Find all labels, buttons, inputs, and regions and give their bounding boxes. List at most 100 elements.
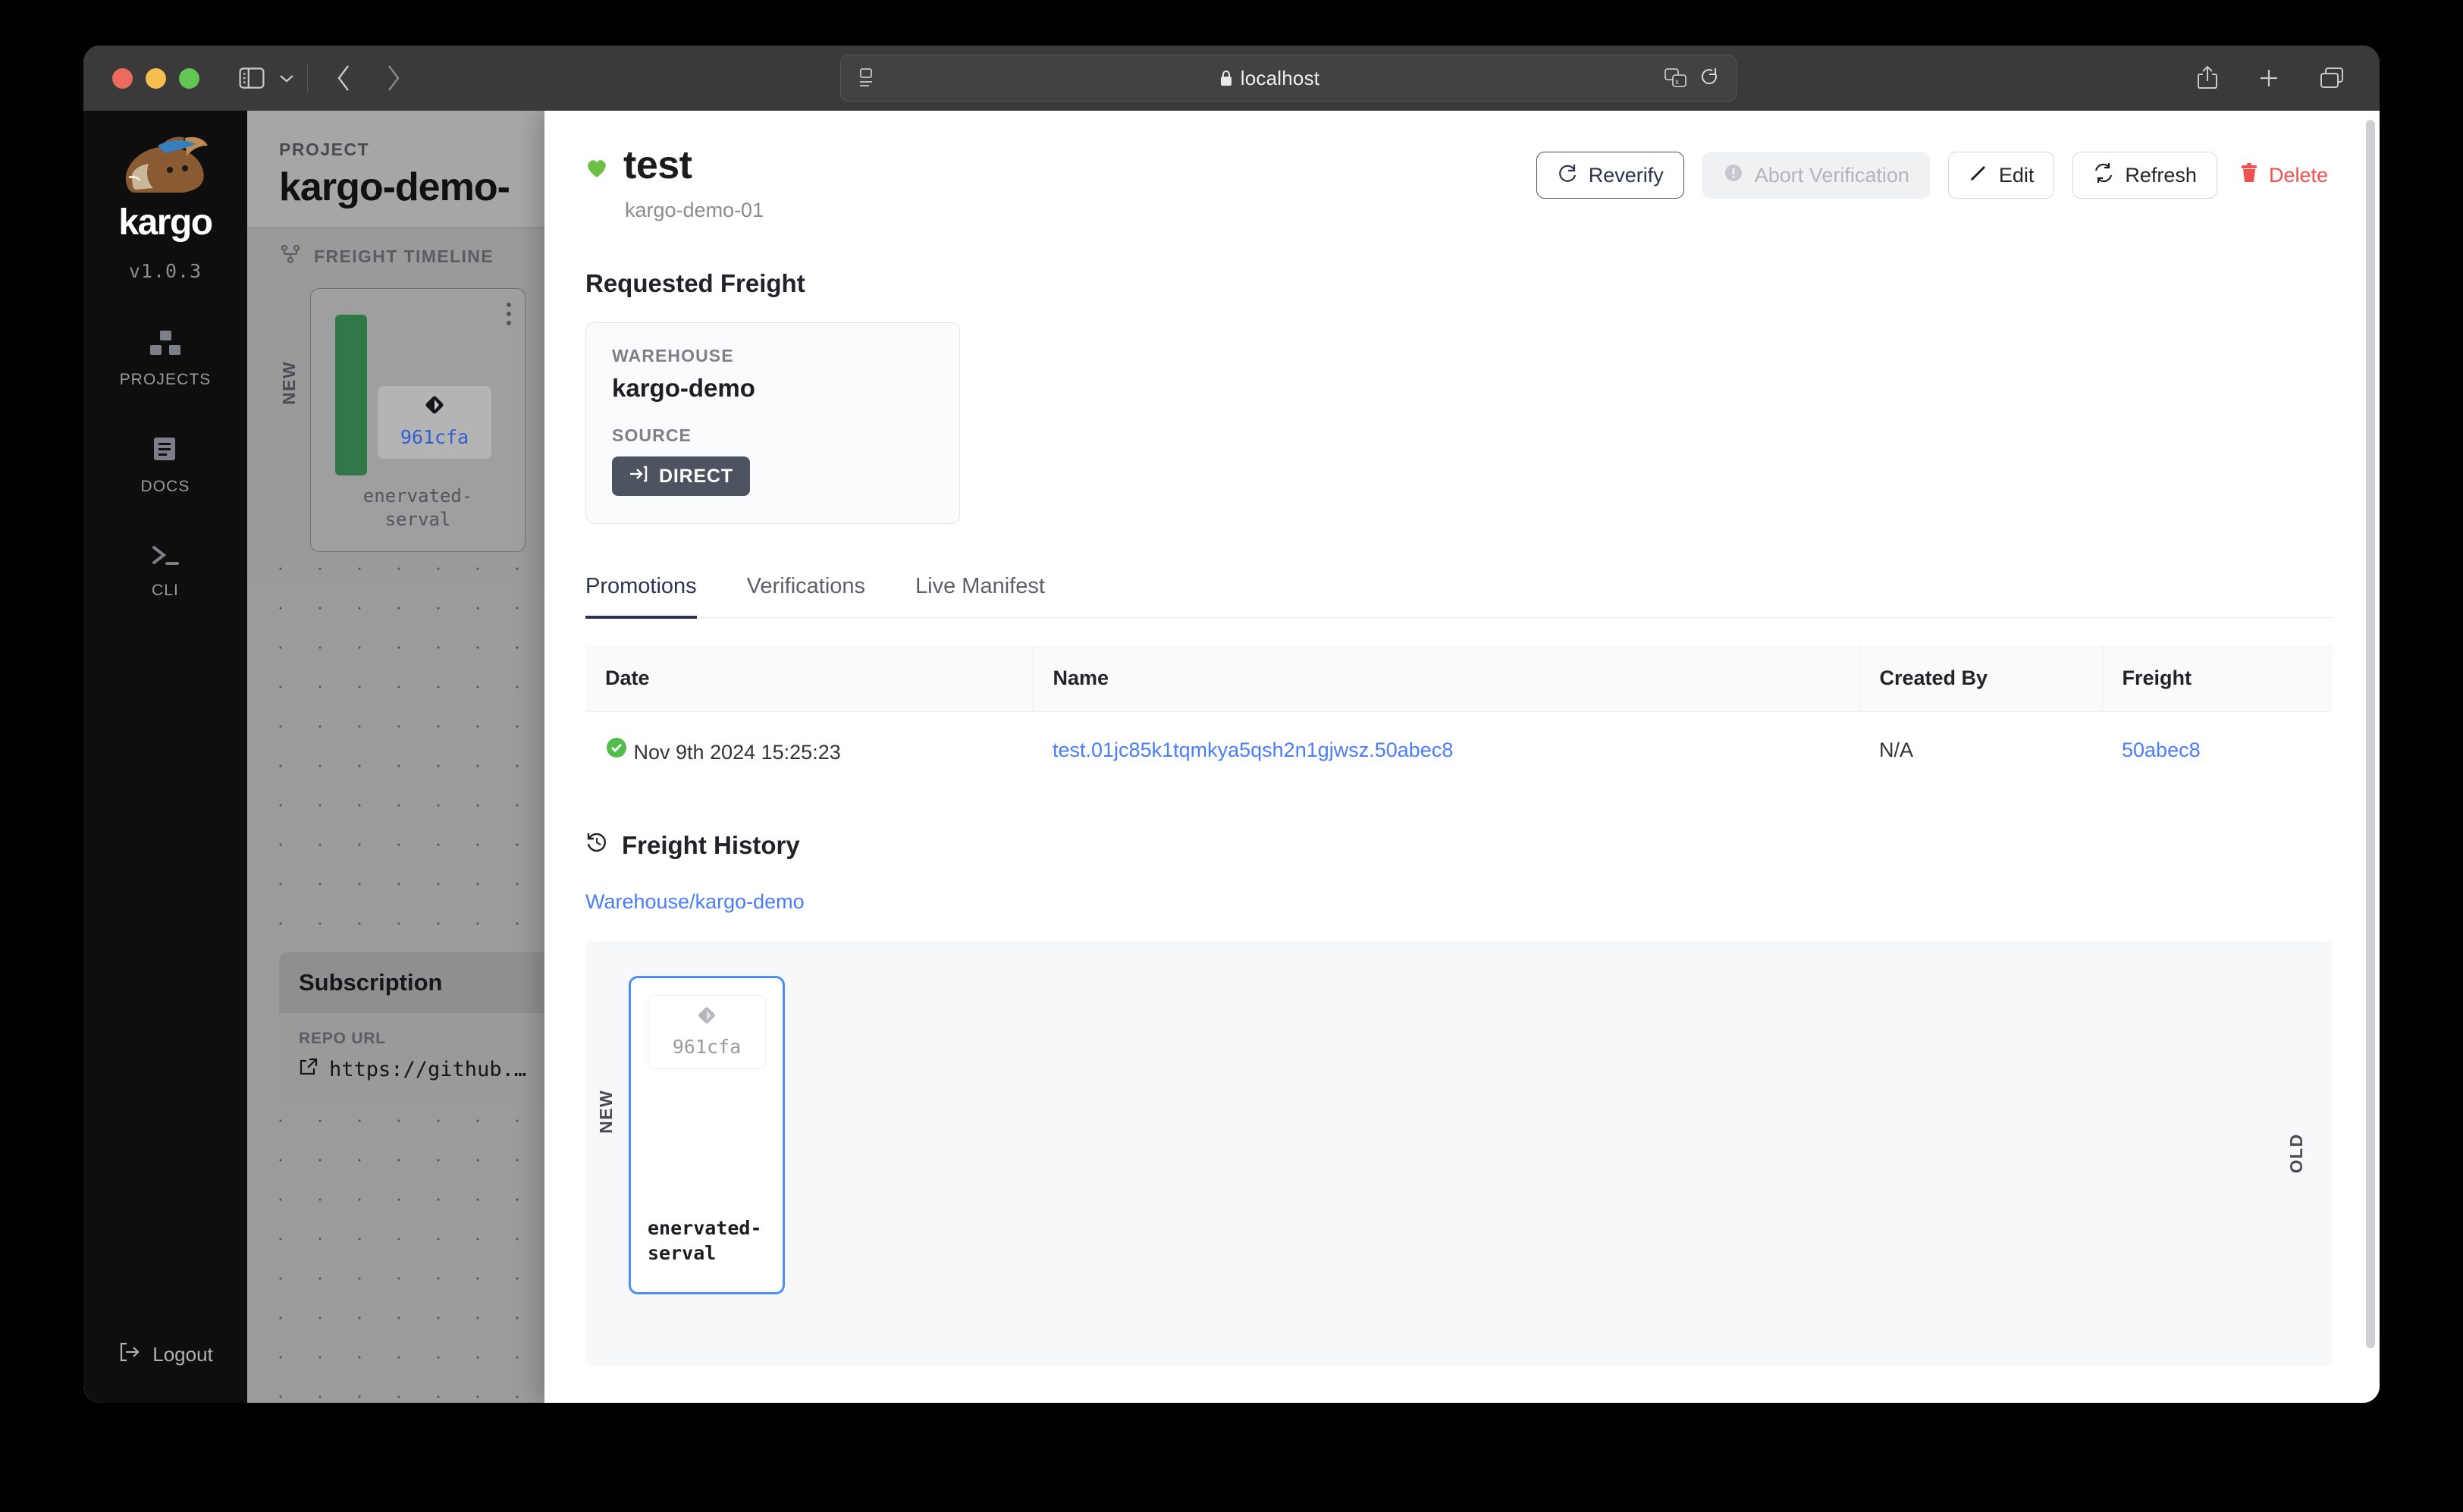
column-header-name[interactable]: Name — [1033, 645, 1860, 712]
warehouse-link[interactable]: Warehouse/kargo-demo — [585, 890, 805, 914]
git-commit-icon — [423, 394, 446, 420]
sidebar-item-projects[interactable]: PROJECTS — [120, 329, 212, 389]
column-header-created-by[interactable]: Created By — [1859, 645, 2103, 712]
freight-timeline-label: FREIGHT TIMELINE — [314, 246, 494, 266]
trash-icon — [2240, 162, 2258, 189]
maximize-window-button[interactable] — [179, 67, 199, 89]
tab-overview-icon[interactable] — [2319, 66, 2345, 90]
requested-freight-card: WAREHOUSE kargo-demo SOURCE DIRECT — [585, 322, 960, 524]
kargo-logo[interactable]: kargo — [112, 133, 218, 243]
sidebar-item-cli[interactable]: CLI — [150, 543, 180, 600]
warehouse-label: WAREHOUSE — [612, 346, 734, 365]
delete-button[interactable]: Delete — [2236, 152, 2333, 199]
abort-verification-button[interactable]: Abort Verification — [1702, 152, 1930, 199]
column-header-date[interactable]: Date — [585, 645, 1034, 712]
share-icon[interactable] — [2196, 64, 2219, 92]
refresh-label: Refresh — [2125, 163, 2197, 187]
cell-created-by: N/A — [1859, 711, 2102, 789]
warehouse-value: kargo-demo — [612, 374, 755, 402]
book-icon — [152, 436, 179, 469]
lock-icon — [1219, 69, 1233, 87]
close-window-button[interactable] — [112, 67, 133, 89]
abort-verification-label: Abort Verification — [1754, 163, 1909, 187]
promotion-date: Nov 9th 2024 15:25:23 — [633, 741, 841, 764]
freight-link[interactable]: 50abec8 — [2122, 739, 2201, 761]
url-display[interactable]: localhost — [874, 67, 1664, 90]
kargo-mascot-icon — [125, 136, 208, 193]
history-freight-name: enervated- serval — [648, 1216, 772, 1267]
page-title: test — [623, 143, 692, 187]
history-hash-text: 961cfa — [672, 1036, 742, 1058]
sync-icon — [2093, 162, 2114, 189]
timeline-hash-chip[interactable]: 961cfa — [378, 386, 491, 459]
freight-history-label: Freight History — [622, 831, 800, 859]
history-hash-chip[interactable]: 961cfa — [648, 995, 766, 1069]
freight-status-bar — [335, 315, 367, 475]
freight-history-panel: NEW 961cfa enervated- serval OLD — [585, 941, 2333, 1366]
sidebar-item-label: PROJECTS — [119, 371, 212, 388]
refresh-cw-icon — [1557, 162, 1578, 189]
check-circle-icon — [605, 738, 634, 764]
stage-detail-drawer: test kargo-demo-01 Reverify Abort Verifi… — [544, 111, 2380, 1403]
tab-live-manifest[interactable]: Live Manifest — [915, 574, 1045, 619]
drawer-scrollbar[interactable] — [2366, 120, 2375, 1348]
delete-label: Delete — [2268, 163, 2328, 187]
edit-label: Edit — [1998, 163, 2035, 187]
history-old-axis-label: OLD — [2286, 1133, 2306, 1174]
cell-date: Nov 9th 2024 15:25:23 — [585, 711, 1033, 789]
minimize-window-button[interactable] — [146, 67, 166, 89]
external-link-icon — [299, 1057, 318, 1082]
toolbar-right-actions — [2196, 64, 2345, 92]
sidebar-item-docs[interactable]: DOCS — [140, 436, 190, 496]
promotion-name-link[interactable]: test.01jc85k1tqmkya5qsh2n1gjwsz.50abec8 — [1053, 739, 1453, 761]
history-freight-name-line2: serval — [648, 1242, 717, 1265]
detail-tabs: Promotions Verifications Live Manifest — [585, 574, 2333, 619]
logout-button[interactable]: Logout — [83, 1341, 247, 1368]
stage-action-buttons: Reverify Abort Verification Edit Refresh… — [1536, 152, 2333, 199]
kargo-wordmark: kargo — [118, 202, 213, 243]
reader-view-icon[interactable] — [858, 67, 874, 89]
history-freight-card[interactable]: 961cfa enervated- serval — [629, 976, 785, 1294]
source-label: SOURCE — [612, 425, 692, 445]
kebab-menu-icon[interactable] — [507, 303, 511, 325]
reverify-label: Reverify — [1588, 163, 1664, 187]
sidebar-item-label: DOCS — [140, 478, 190, 495]
table-row[interactable]: Nov 9th 2024 15:25:23 test.01jc85k1tqmky… — [585, 711, 2333, 789]
cell-name: test.01jc85k1tqmkya5qsh2n1gjwsz.50abec8 — [1033, 711, 1859, 789]
translate-icon[interactable]: x — [1664, 67, 1687, 89]
history-new-axis-label: NEW — [596, 1090, 616, 1134]
column-header-freight[interactable]: Freight — [2102, 645, 2333, 712]
url-text: localhost — [1240, 66, 1320, 89]
reload-icon[interactable] — [1699, 67, 1719, 89]
repo-url-value[interactable]: https://github.… — [299, 1057, 585, 1082]
reverify-button[interactable]: Reverify — [1536, 152, 1684, 199]
arrow-into-bracket-icon — [629, 465, 648, 488]
git-commit-icon — [696, 1005, 717, 1030]
stage-header: test kargo-demo-01 Reverify Abort Verifi… — [585, 146, 2333, 222]
page-viewport: kargo v1.0.3 PROJECTS DOCS CLI Logout PR… — [83, 111, 2380, 1403]
chevron-down-icon[interactable] — [278, 73, 295, 83]
freight-history-heading: Freight History — [585, 831, 2333, 860]
stop-circle-icon — [1723, 162, 1744, 189]
window-traffic-lights[interactable] — [112, 67, 199, 89]
pencil-icon — [1969, 163, 1988, 188]
promotions-table: Date Name Created By Freight Nov 9th 202… — [585, 645, 2333, 789]
edit-button[interactable]: Edit — [1947, 152, 2055, 199]
subscription-title: Subscription — [299, 969, 443, 996]
requested-freight-heading: Requested Freight — [585, 269, 805, 297]
timeline-hash-text: 961cfa — [400, 426, 469, 448]
forward-chevron-icon[interactable] — [384, 64, 402, 93]
table-header-row: Date Name Created By Freight — [585, 645, 2333, 712]
terminal-icon — [150, 543, 180, 572]
timeline-freight-card[interactable]: 961cfa enervated-serval — [310, 288, 526, 552]
heart-icon — [585, 158, 608, 183]
tab-verifications[interactable]: Verifications — [747, 574, 865, 619]
back-chevron-icon[interactable] — [335, 64, 353, 93]
sidebar-toggle-icon[interactable] — [239, 67, 265, 89]
refresh-button[interactable]: Refresh — [2072, 152, 2217, 199]
timeline-new-axis-label: NEW — [279, 361, 299, 405]
boxes-icon — [149, 329, 181, 362]
plus-icon[interactable] — [2257, 66, 2281, 90]
address-bar[interactable]: localhost x — [840, 55, 1737, 102]
tab-promotions[interactable]: Promotions — [585, 574, 697, 619]
